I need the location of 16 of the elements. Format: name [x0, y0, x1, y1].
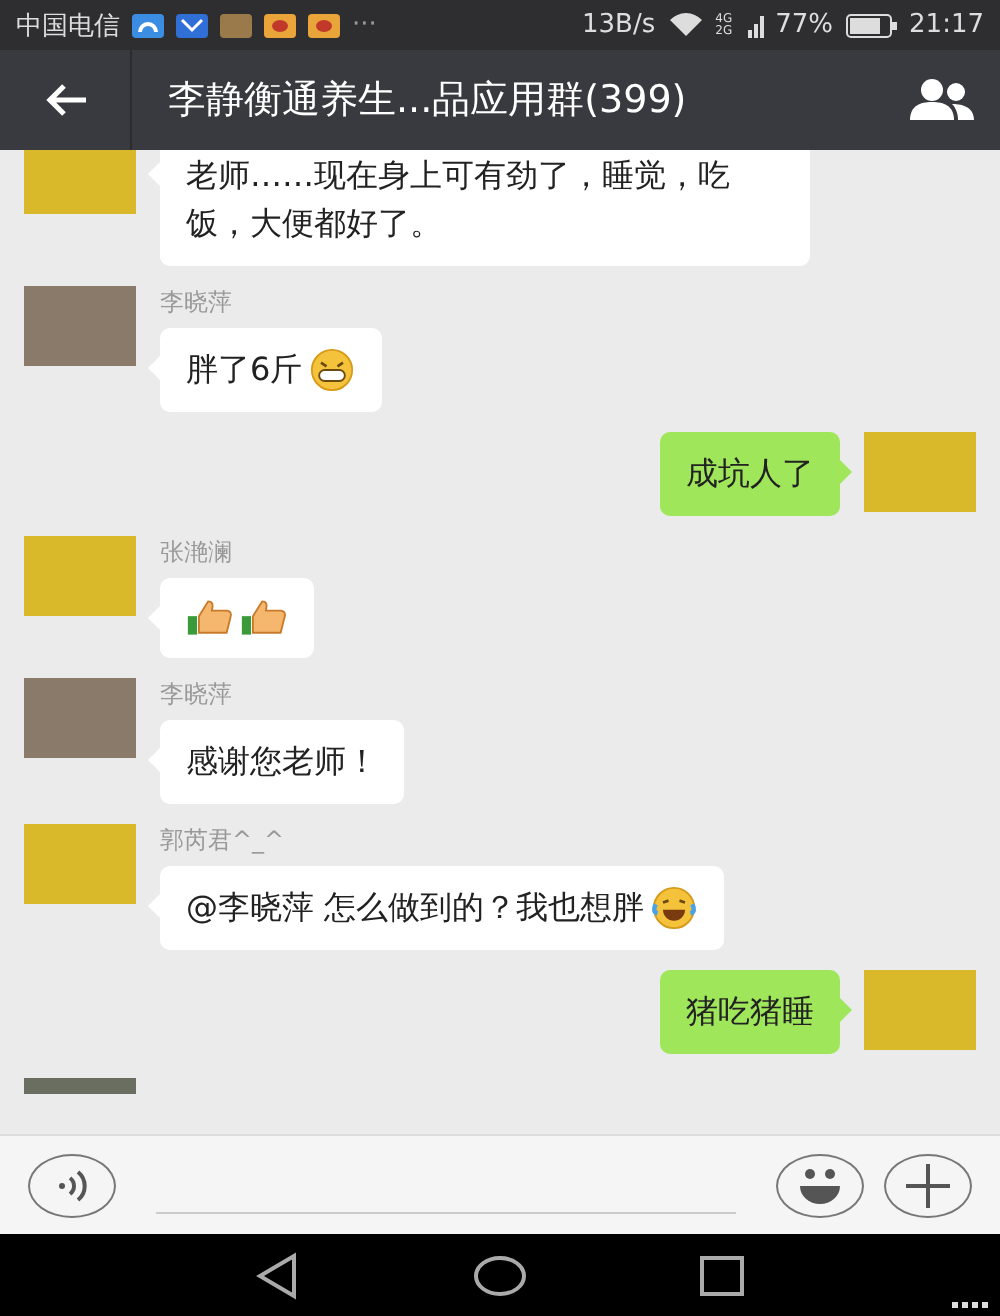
- message-text: 感谢您老师！: [186, 740, 378, 784]
- message-text: 成坑人了: [686, 452, 814, 496]
- chat-title: 李静衡通养生...品应用群(399): [166, 76, 689, 126]
- clock-time: 21:17: [909, 10, 984, 40]
- carrier-name: 中国电信: [16, 9, 120, 43]
- message-text: 老师……现在身上可有劲了，睡觉，吃饭，大便都好了。: [186, 154, 732, 246]
- sender-name: 李晓萍: [160, 678, 232, 712]
- sender-name: 张滟澜: [160, 536, 232, 570]
- message-text: @李晓萍 怎么做到的？我也想胖: [186, 886, 645, 930]
- message-text: 胖了6斤: [186, 348, 303, 392]
- message-text: 猪吃猪睡: [686, 990, 814, 1034]
- more-notifications: ···: [352, 10, 377, 40]
- sender-name: 郭芮君^_^: [160, 824, 285, 858]
- network-speed: 13B/s: [582, 10, 656, 40]
- sender-name: 李晓萍: [160, 286, 232, 320]
- battery-percent: 77%: [775, 10, 834, 40]
